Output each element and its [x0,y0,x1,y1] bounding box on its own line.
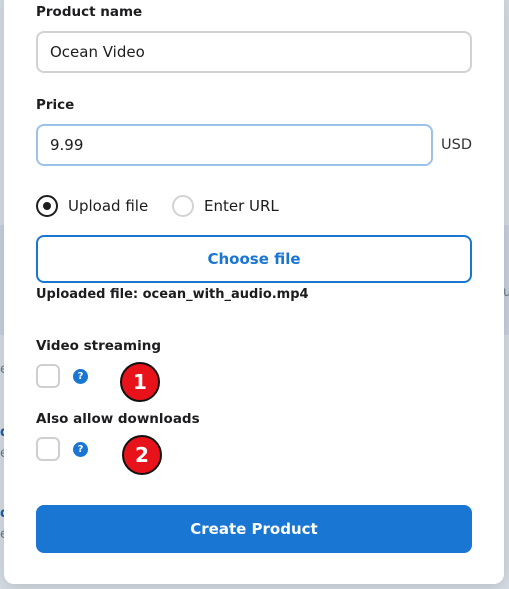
allow-downloads-checkbox[interactable] [36,437,60,461]
create-product-modal: Product name Ocean Video Price 9.99 USD … [4,0,504,584]
product-name-input[interactable]: Ocean Video [36,31,472,73]
currency-label: USD [441,137,472,153]
uploaded-file-text: Uploaded file: ocean_with_audio.mp4 [36,287,309,302]
product-name-label: Product name [36,4,143,20]
upload-file-label: Upload file [68,197,149,215]
video-streaming-help-icon[interactable]: ? [73,369,88,384]
choose-file-button[interactable]: Choose file [36,235,472,283]
upload-file-radio[interactable] [36,195,58,217]
price-label: Price [36,97,75,113]
video-streaming-label: Video streaming [36,338,162,354]
annotation-marker-1: 1 [120,362,160,402]
source-radio-group: Upload file Enter URL [36,194,336,220]
annotation-marker-2: 2 [122,435,162,475]
enter-url-label: Enter URL [204,197,279,215]
upload-file-option[interactable]: Upload file [36,194,166,218]
enter-url-radio[interactable] [172,195,194,217]
allow-downloads-help-icon[interactable]: ? [73,442,88,457]
allow-downloads-label: Also allow downloads [36,411,200,427]
create-product-button[interactable]: Create Product [36,505,472,553]
enter-url-option[interactable]: Enter URL [172,194,292,218]
video-streaming-checkbox[interactable] [36,364,60,388]
price-input[interactable]: 9.99 [36,124,433,166]
